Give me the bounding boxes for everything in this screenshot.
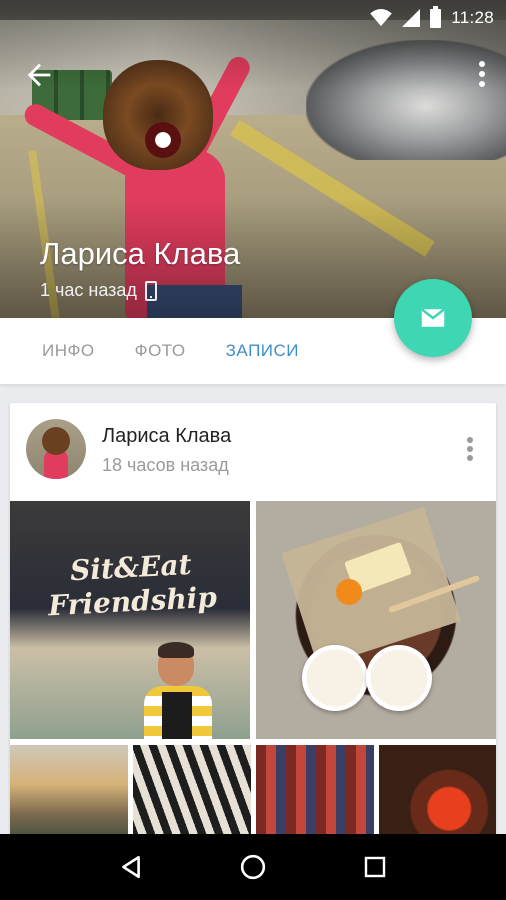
- wifi-icon: [370, 9, 393, 27]
- person-apron: [162, 692, 192, 739]
- arrow-left-icon: [27, 63, 51, 87]
- more-options-button[interactable]: [472, 60, 492, 88]
- post-photo[interactable]: Sit&Eat Friendship: [10, 501, 250, 739]
- post-card: Лариса Клава 18 часов назад Sit&Eat Frie…: [10, 403, 496, 843]
- photo-flower: [336, 579, 362, 605]
- mail-icon: [420, 308, 446, 327]
- post-header: Лариса Клава 18 часов назад: [10, 403, 496, 501]
- tab-info[interactable]: ИНФО: [42, 341, 95, 361]
- system-nav-bar: [0, 834, 506, 900]
- tab-photo[interactable]: ФОТО: [135, 341, 186, 361]
- battery-icon: [430, 5, 442, 28]
- profile-name: Лариса Клава: [40, 236, 241, 271]
- more-vert-icon: [479, 61, 485, 87]
- post-time: 18 часов назад: [102, 455, 229, 475]
- post-photo[interactable]: [256, 501, 496, 739]
- avatar-head: [42, 427, 70, 455]
- bear-mouth: [145, 122, 181, 158]
- send-message-button[interactable]: [394, 279, 472, 357]
- post-photo[interactable]: [10, 745, 128, 843]
- photo-sign: Sit&Eat Friendship: [47, 547, 218, 623]
- post-photo[interactable]: [379, 745, 496, 843]
- back-button[interactable]: [22, 58, 56, 92]
- nav-recents-button[interactable]: [355, 847, 395, 887]
- last-seen-text: 1 час назад: [40, 280, 137, 300]
- photo-cup: [366, 645, 432, 711]
- profile-last-seen: 1 час назад: [40, 280, 157, 301]
- post-photo[interactable]: [133, 745, 251, 843]
- nav-home-button[interactable]: [233, 847, 273, 887]
- more-vert-icon: [467, 437, 473, 461]
- post-author[interactable]: Лариса Клава: [102, 425, 231, 448]
- status-bar: 11:28: [0, 0, 506, 36]
- triangle-back-icon: [122, 855, 140, 879]
- circle-home-icon: [240, 854, 266, 880]
- post-photo-grid: Sit&Eat Friendship: [10, 501, 496, 843]
- tab-posts[interactable]: ЗАПИСИ: [226, 341, 299, 361]
- status-time: 11:28: [451, 8, 494, 27]
- post-menu-button[interactable]: [466, 436, 474, 462]
- mobile-phone-icon: [144, 280, 157, 301]
- square-recents-icon: [364, 856, 386, 878]
- signal-icon: [402, 9, 421, 27]
- nav-back-button[interactable]: [111, 847, 151, 887]
- photo-cup: [302, 645, 368, 711]
- post-photo[interactable]: [256, 745, 374, 843]
- person-hair: [158, 642, 194, 658]
- avatar[interactable]: [26, 419, 86, 479]
- photo-person: [140, 642, 220, 739]
